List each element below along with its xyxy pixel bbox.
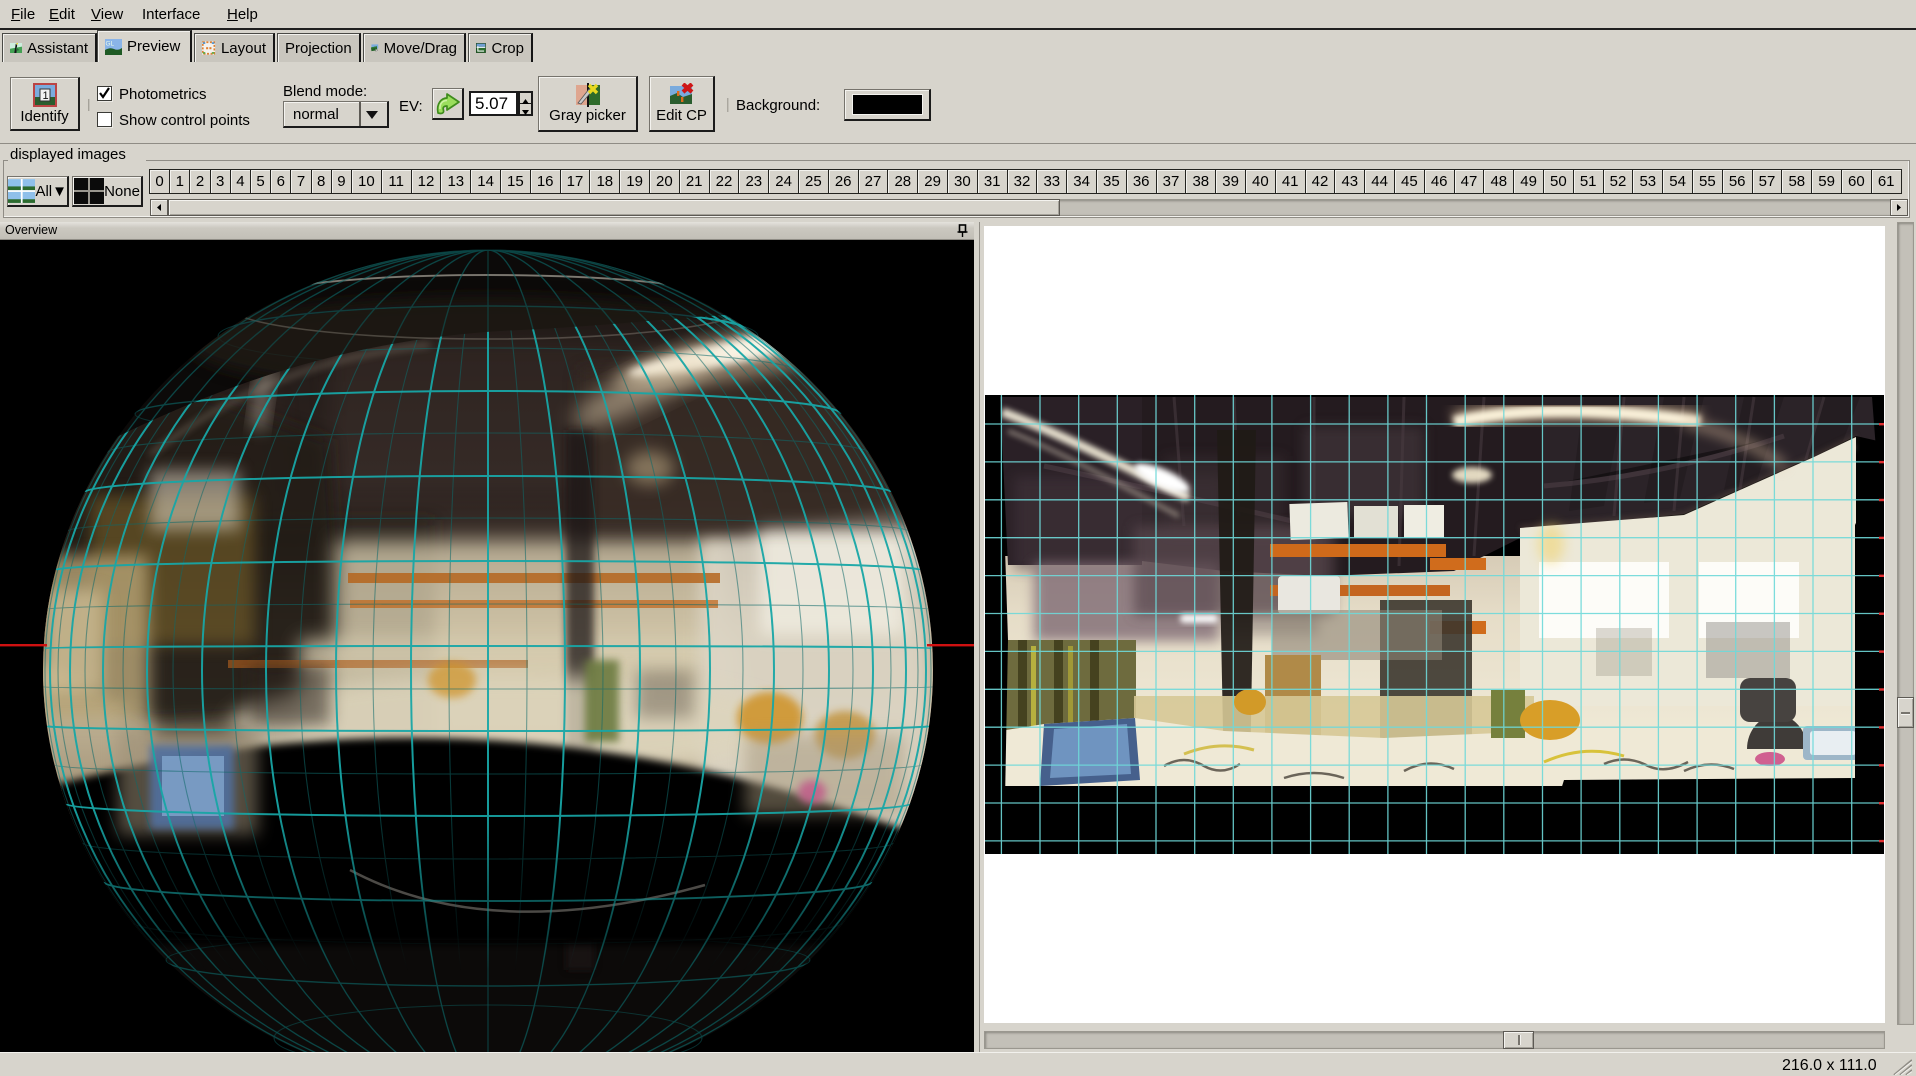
svg-text:GL: GL: [106, 40, 115, 47]
svg-text:1: 1: [42, 90, 48, 102]
